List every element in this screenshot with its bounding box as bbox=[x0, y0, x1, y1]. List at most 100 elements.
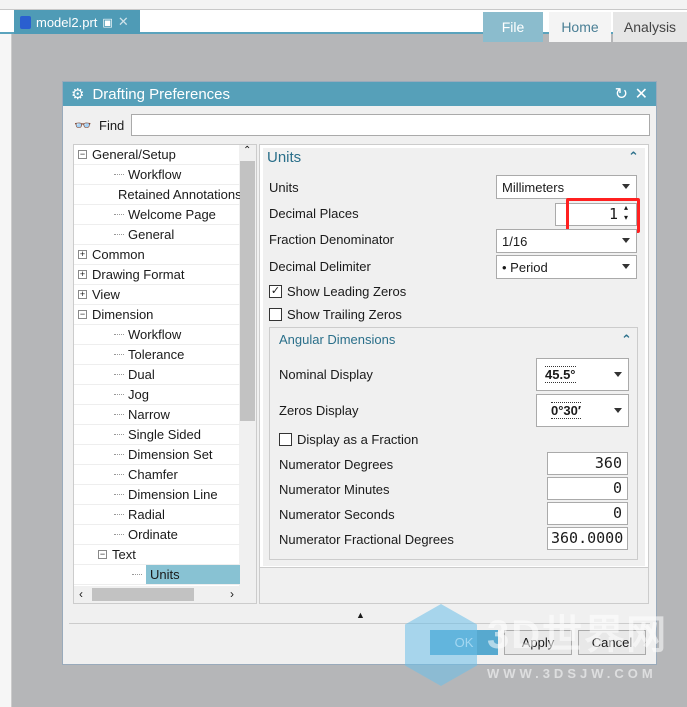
ribbon-tab-home[interactable]: Home bbox=[549, 12, 611, 42]
tree-item[interactable]: Dual bbox=[74, 365, 240, 385]
expand-icon[interactable]: + bbox=[78, 290, 87, 299]
modified-icon: ▣ bbox=[102, 16, 113, 29]
collapse-units-icon[interactable]: ⌃ bbox=[628, 149, 639, 165]
tree-item-label: View bbox=[92, 287, 120, 302]
collapse-icon[interactable]: − bbox=[98, 550, 107, 559]
ribbon-tab-analysis[interactable]: Analysis bbox=[613, 12, 687, 42]
tree-connector bbox=[114, 454, 124, 455]
tree-connector bbox=[132, 574, 142, 575]
tree-item[interactable]: Jog bbox=[74, 385, 240, 405]
units-label: Units bbox=[269, 180, 299, 195]
decimal-delimiter-dropdown[interactable]: • Period bbox=[496, 255, 637, 279]
tree-connector bbox=[114, 534, 124, 535]
numerator-seconds-input[interactable]: 0 bbox=[547, 502, 628, 525]
drafting-preferences-dialog: ⚙ Drafting Preferences ↻ ✕ 👓 Find ⌃ ‹ › … bbox=[62, 81, 657, 665]
reset-icon[interactable]: ↻ bbox=[615, 84, 628, 104]
tree-item[interactable]: + Drawing Format bbox=[74, 265, 240, 285]
tree-item[interactable]: − Text bbox=[74, 545, 240, 565]
tree-connector bbox=[114, 334, 124, 335]
tree-item[interactable]: Radial bbox=[74, 505, 240, 525]
cancel-button[interactable]: Cancel bbox=[578, 630, 646, 655]
trailing-zeros-checkbox[interactable] bbox=[269, 308, 282, 321]
tree-item[interactable]: Dimension Line bbox=[74, 485, 240, 505]
display-fraction-checkbox[interactable] bbox=[279, 433, 292, 446]
tree-connector bbox=[114, 514, 124, 515]
left-resource-bar bbox=[0, 34, 12, 707]
tree-item-label: Radial bbox=[128, 507, 165, 522]
dialog-title: Drafting Preferences bbox=[92, 85, 231, 103]
numerator-fractional-label: Numerator Fractional Degrees bbox=[279, 532, 454, 547]
expand-icon[interactable]: + bbox=[78, 250, 87, 259]
tree-item[interactable]: Narrow bbox=[74, 405, 240, 425]
display-fraction-label: Display as a Fraction bbox=[297, 432, 419, 447]
hscroll-thumb[interactable] bbox=[92, 588, 194, 601]
tree-connector bbox=[114, 494, 124, 495]
tree-horizontal-scrollbar[interactable]: ‹ › bbox=[74, 586, 256, 603]
numerator-fractional-input[interactable]: 360.0000 bbox=[547, 527, 628, 550]
tree-item-label: Common bbox=[92, 247, 145, 262]
dialog-title-bar: ⚙ Drafting Preferences ↻ ✕ bbox=[63, 82, 656, 106]
tree-vertical-scrollbar[interactable]: ⌃ bbox=[239, 145, 256, 586]
expand-icon[interactable]: + bbox=[78, 270, 87, 279]
tree-connector bbox=[114, 354, 124, 355]
scroll-up-icon[interactable]: ⌃ bbox=[243, 145, 251, 156]
leading-zeros-label: Show Leading Zeros bbox=[287, 284, 407, 299]
close-tab-icon[interactable]: ✕ bbox=[118, 14, 129, 30]
preferences-tree: ⌃ ‹ › − General/Setup Workflow Retained Ann… bbox=[73, 144, 257, 604]
units-dropdown[interactable]: Millimeters bbox=[496, 175, 637, 199]
find-input[interactable] bbox=[131, 114, 650, 136]
document-tab-name: model2.prt bbox=[36, 14, 98, 30]
tree-item[interactable]: Workflow bbox=[74, 165, 240, 185]
tree-item[interactable]: + View bbox=[74, 285, 240, 305]
tree-item[interactable]: Welcome Page bbox=[74, 205, 240, 225]
fraction-denominator-dropdown[interactable]: 1/16 bbox=[496, 229, 637, 253]
tree-item[interactable]: Dimension Set bbox=[74, 445, 240, 465]
zeros-display-label: Zeros Display bbox=[279, 403, 359, 418]
tree-item[interactable]: − General/Setup bbox=[74, 145, 240, 165]
scroll-thumb[interactable] bbox=[240, 161, 255, 421]
tree-item[interactable]: Retained Annotations bbox=[74, 185, 240, 205]
tree-item-label: Chamfer bbox=[128, 467, 178, 482]
angular-dimensions-group: Angular Dimensions ⌃ Nominal Display 45.… bbox=[269, 327, 638, 560]
numerator-minutes-input[interactable]: 0 bbox=[547, 477, 628, 500]
collapse-bottom-icon[interactable]: ▲ bbox=[356, 610, 365, 620]
ok-button[interactable]: OK bbox=[430, 630, 498, 655]
nominal-display-dropdown[interactable]: 45.5° bbox=[536, 358, 629, 391]
document-tab[interactable]: model2.prt ▣ ✕ bbox=[14, 10, 140, 34]
tree-item[interactable]: Workflow bbox=[74, 325, 240, 345]
ribbon-tab-file[interactable]: File bbox=[483, 12, 543, 42]
tree-item[interactable]: General bbox=[74, 225, 240, 245]
collapse-icon[interactable]: − bbox=[78, 150, 87, 159]
tree-connector bbox=[114, 214, 124, 215]
tree-item[interactable]: Units bbox=[74, 565, 240, 585]
collapse-icon[interactable]: − bbox=[78, 310, 87, 319]
leading-zeros-checkbox[interactable]: ✓ bbox=[269, 285, 282, 298]
tree-item-label: Single Sided bbox=[128, 427, 201, 442]
tree-item-label: Dimension Set bbox=[128, 447, 213, 462]
tree-item[interactable]: Chamfer bbox=[74, 465, 240, 485]
tree-item[interactable]: Ordinate bbox=[74, 525, 240, 545]
tree-item-label: Drawing Format bbox=[92, 267, 185, 282]
numerator-seconds-label: Numerator Seconds bbox=[279, 507, 395, 522]
numerator-degrees-label: Numerator Degrees bbox=[279, 457, 394, 472]
find-label: Find bbox=[99, 118, 125, 133]
tree-item-label: Workflow bbox=[128, 327, 182, 342]
tree-item[interactable]: − Dimension bbox=[74, 305, 240, 325]
tree-connector bbox=[114, 374, 124, 375]
apply-button[interactable]: Apply bbox=[504, 630, 572, 655]
numerator-degrees-input[interactable]: 360 bbox=[547, 452, 628, 475]
tree-item-label: Dual bbox=[128, 367, 155, 382]
tree-item[interactable]: Tolerance bbox=[74, 345, 240, 365]
scroll-right-icon[interactable]: › bbox=[230, 587, 234, 601]
units-settings-panel: Units ⌃ Units Millimeters Decimal Places… bbox=[259, 144, 649, 604]
zeros-display-dropdown[interactable]: 0°30′ bbox=[536, 394, 629, 427]
scroll-left-icon[interactable]: ‹ bbox=[79, 587, 83, 601]
close-icon[interactable]: ✕ bbox=[635, 84, 648, 104]
tree-item[interactable]: Single Sided bbox=[74, 425, 240, 445]
tree-item-label: Units bbox=[146, 565, 240, 584]
collapse-angular-icon[interactable]: ⌃ bbox=[621, 332, 632, 348]
tree-item-label: Retained Annotations bbox=[118, 187, 240, 202]
tree-item[interactable]: + Common bbox=[74, 245, 240, 265]
separator bbox=[69, 623, 650, 624]
fraction-denominator-label: Fraction Denominator bbox=[269, 232, 394, 247]
